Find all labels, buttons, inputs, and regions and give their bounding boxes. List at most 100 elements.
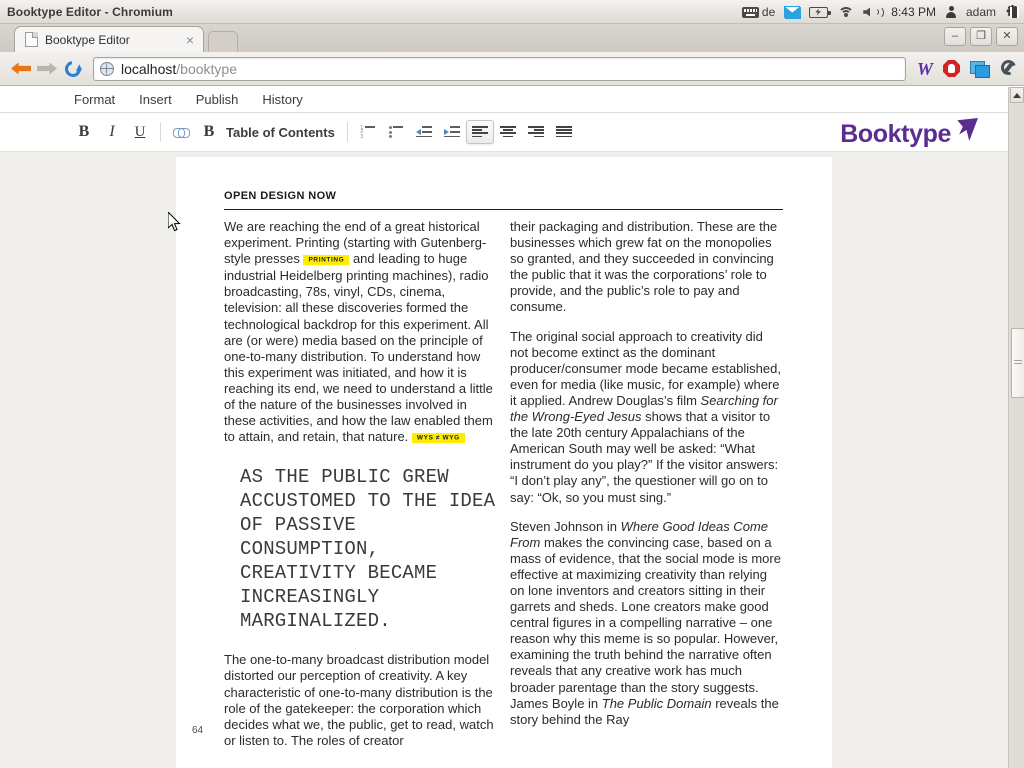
numbered-list-icon: 123 [360, 125, 376, 139]
paragraph: Steven Johnson in Where Good Ideas Come … [510, 519, 784, 728]
bullet-list-icon [388, 126, 404, 138]
wifi-icon[interactable] [837, 6, 854, 18]
url-path: /booktype [176, 60, 237, 77]
volume-icon[interactable] [863, 5, 885, 19]
page-viewport: Format Insert Publish History B I U B Ta… [0, 87, 1008, 768]
new-tab-button[interactable] [208, 31, 238, 52]
globe-icon [100, 61, 114, 76]
book-title-2: The Public Domain [601, 695, 712, 711]
url-host: localhost [121, 60, 177, 77]
tab-strip: Booktype Editor × – ❐ ✕ [0, 24, 1024, 52]
style-bold-button[interactable]: B [195, 120, 223, 144]
paragraph: their packaging and distribution. These … [510, 219, 778, 315]
w-extension-icon[interactable]: W [917, 60, 933, 78]
bold-icon: B [78, 123, 90, 140]
editor-canvas: OPEN DESIGN NOW 64 We are reaching the e… [0, 152, 1008, 768]
close-window-icon: ✕ [1002, 30, 1012, 42]
wysiwyg-tag: WYS ≠ WYG [411, 432, 465, 443]
scrollbar-track[interactable] [1010, 104, 1024, 768]
bullet-list-button[interactable] [382, 120, 410, 144]
back-button[interactable] [8, 56, 34, 82]
clock[interactable]: 8:43 PM [891, 5, 936, 19]
page-number: 64 [192, 725, 204, 736]
toolbar-separator [346, 122, 348, 142]
system-tray: de 8:43 PM adam [741, 0, 1020, 24]
tab-title: Booktype Editor [45, 32, 130, 47]
url-text: localhost/booktype [121, 61, 237, 77]
paragraph-text: makes the convincing case, based on a ma… [510, 534, 781, 711]
paragraph: We are reaching the end of a great histo… [224, 219, 498, 446]
left-column: We are reaching the end of a great histo… [224, 219, 498, 762]
screenshot-icon[interactable] [970, 60, 990, 78]
window-titlebar: Booktype Editor - Chromium de 8:43 PM ad… [0, 0, 1024, 24]
right-column: their packaging and distribution. These … [510, 219, 784, 741]
pull-quote: AS THE PUBLIC GREW ACCUSTOMED TO THE IDE… [240, 466, 496, 633]
close-button[interactable]: ✕ [996, 27, 1018, 46]
extension-icons: W [917, 60, 1016, 78]
link-button[interactable] [167, 120, 195, 144]
minimize-icon: – [951, 30, 959, 42]
justify-icon [555, 126, 572, 138]
back-arrow-icon [11, 63, 31, 75]
address-bar[interactable]: localhost/booktype [93, 56, 906, 81]
reload-button[interactable] [60, 56, 86, 82]
app-menubar: Format Insert Publish History [0, 87, 1008, 113]
align-right-button[interactable] [522, 120, 550, 144]
adblock-stop-icon[interactable] [943, 60, 960, 77]
align-left-icon [471, 126, 488, 138]
printing-tag: PRINTING [303, 254, 350, 265]
mail-icon[interactable] [784, 6, 802, 19]
italic-button[interactable]: I [98, 120, 126, 144]
outdent-icon [415, 126, 432, 138]
window-controls: – ❐ ✕ [944, 27, 1018, 46]
underline-icon: U [134, 123, 146, 140]
align-center-button[interactable] [494, 120, 522, 144]
two-column-layout: We are reaching the end of a great histo… [224, 219, 783, 768]
gear-icon[interactable] [1005, 5, 1020, 20]
scrollbar-grip-icon [1014, 360, 1022, 366]
keyboard-layout-indicator[interactable]: de [741, 5, 776, 19]
align-left-button[interactable] [465, 120, 494, 144]
page-running-header: OPEN DESIGN NOW [224, 190, 783, 210]
document-page[interactable]: OPEN DESIGN NOW 64 We are reaching the e… [176, 157, 832, 768]
browser-tab[interactable]: Booktype Editor × [14, 26, 204, 52]
underline-button[interactable]: U [126, 120, 154, 144]
forward-button[interactable] [34, 56, 60, 82]
battery-icon[interactable] [809, 6, 832, 18]
justify-button[interactable] [550, 120, 578, 144]
paragraph-text: and leading to huge industrial Heidelber… [224, 251, 493, 445]
toolbar-separator [160, 122, 161, 142]
align-right-icon [527, 126, 544, 138]
menu-publish[interactable]: Publish [196, 92, 239, 107]
maximize-button[interactable]: ❐ [970, 27, 992, 46]
close-icon[interactable]: × [183, 33, 197, 47]
wrench-menu-icon[interactable] [999, 60, 1016, 77]
username-label[interactable]: adam [966, 5, 996, 19]
scroll-up-icon[interactable] [1010, 87, 1024, 103]
person-icon [946, 6, 957, 18]
indent-icon [443, 126, 460, 138]
keyboard-layout-label: de [761, 5, 776, 19]
maximize-icon: ❐ [976, 30, 986, 42]
table-of-contents-button[interactable]: Table of Contents [226, 125, 335, 140]
align-center-icon [499, 126, 516, 138]
italic-icon: I [109, 123, 115, 140]
reload-icon [61, 57, 85, 80]
booktype-logo-text: Booktype [840, 119, 951, 148]
left-column-body-2: The one-to-many broadcast distribution m… [224, 652, 498, 749]
scrollbar-thumb[interactable] [1011, 328, 1024, 398]
outdent-button[interactable] [410, 120, 438, 144]
menu-insert[interactable]: Insert [139, 92, 172, 107]
paragraph: The one-to-many broadcast distribution m… [224, 652, 494, 748]
menu-history[interactable]: History [262, 92, 302, 107]
menu-format[interactable]: Format [74, 92, 115, 107]
indent-button[interactable] [438, 120, 466, 144]
bold-button[interactable]: B [70, 120, 98, 144]
link-icon [172, 127, 190, 138]
numbered-list-button[interactable]: 123 [354, 120, 382, 144]
page-scrollbar[interactable] [1008, 87, 1024, 768]
forward-arrow-icon [37, 63, 57, 75]
paragraph-text: Steven Johnson in [510, 518, 621, 534]
minimize-button[interactable]: – [944, 27, 966, 46]
left-column-body: We are reaching the end of a great histo… [224, 219, 498, 446]
